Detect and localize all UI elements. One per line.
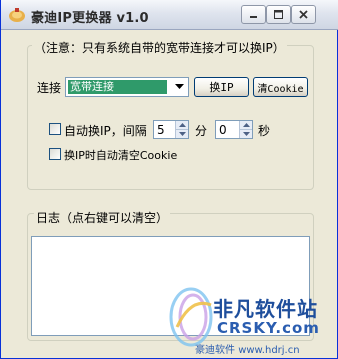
dropdown-arrow[interactable]	[171, 79, 187, 95]
seconds-unit: 秒	[258, 124, 271, 138]
connection-label: 连接	[37, 81, 62, 95]
caret-down-icon	[242, 132, 250, 136]
app-logo-icon	[9, 8, 25, 22]
minutes-down-arrow[interactable]	[175, 129, 188, 138]
close-button[interactable]	[291, 5, 316, 24]
clear-cookie-button[interactable]: 清Cookie	[253, 77, 308, 97]
chevron-down-icon	[174, 84, 184, 89]
connection-select[interactable]: 宽带连接	[65, 77, 189, 97]
minutes-unit: 分	[195, 124, 208, 138]
interval-seconds-stepper[interactable]: 0	[215, 120, 253, 139]
auto-change-label: 自动换IP，间隔	[64, 124, 147, 138]
settings-legend: （注意：只有系统自带的宽带连接才可以换IP）	[32, 39, 287, 56]
watermark-url: www.hdrj.cn	[238, 345, 300, 356]
interval-minutes-value: 5	[157, 123, 165, 137]
connection-selected-value: 宽带连接	[68, 80, 167, 94]
caret-up-icon	[178, 123, 186, 127]
settings-group	[27, 45, 314, 190]
close-icon	[299, 10, 308, 19]
maximize-button[interactable]	[266, 5, 291, 24]
auto-clear-cookie-checkbox[interactable]	[49, 148, 61, 160]
window-title: 豪迪IP更换器 v1.0	[31, 11, 149, 26]
crsky-logo-icon	[169, 287, 213, 347]
maximize-icon	[274, 10, 283, 19]
auto-change-checkbox[interactable]	[49, 123, 61, 135]
interval-seconds-value: 0	[219, 123, 227, 137]
minimize-button[interactable]	[241, 5, 266, 24]
title-bar[interactable]: 豪迪IP更换器 v1.0	[1, 0, 338, 30]
seconds-down-arrow[interactable]	[239, 129, 252, 138]
auto-clear-cookie-label: 换IP时自动清空Cookie	[64, 149, 178, 162]
minutes-up-arrow[interactable]	[175, 121, 188, 129]
caret-up-icon	[242, 123, 250, 127]
footer-text: 豪迪软件	[195, 345, 235, 356]
watermark: 非凡软件站 CRSKY.com 豪迪软件 www.hdrj.cn	[167, 283, 337, 356]
seconds-up-arrow[interactable]	[239, 121, 252, 129]
watermark-cn-text: 非凡软件站	[213, 297, 318, 321]
interval-minutes-stepper[interactable]: 5	[153, 120, 189, 139]
caret-down-icon	[178, 132, 186, 136]
log-legend: 日志（点右键可以清空）	[34, 209, 171, 226]
watermark-en-text: CRSKY.com	[217, 319, 320, 337]
change-ip-button[interactable]: 换IP	[194, 77, 249, 97]
app-window: 豪迪IP更换器 v1.0 （注意：只有系统自带的宽带连接才可以换IP） 连接 宽…	[0, 0, 338, 359]
watermark-url-text: 豪迪软件 www.hdrj.cn	[195, 341, 300, 356]
minimize-icon	[250, 16, 257, 18]
